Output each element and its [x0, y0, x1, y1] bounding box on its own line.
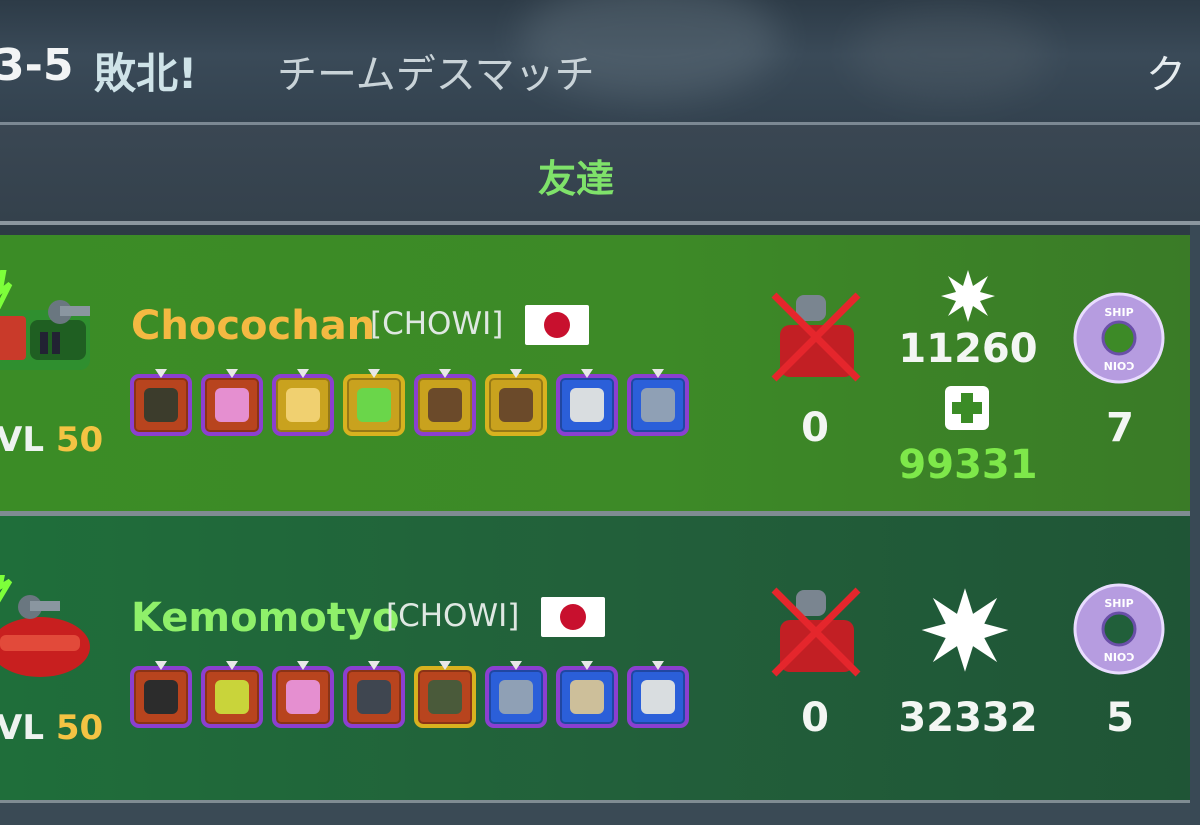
- deaths-count: 0: [801, 695, 829, 741]
- equipment-slot[interactable]: [414, 661, 476, 728]
- equipment-slot[interactable]: [414, 369, 476, 436]
- rarity-pin-icon: [368, 369, 380, 378]
- rarity-pin-icon: [155, 661, 167, 670]
- jar-icon: [286, 388, 320, 422]
- ship-coin-icon: SHIP COIN: [1073, 292, 1165, 384]
- plasma-cannon-icon: [428, 388, 462, 422]
- coins-count: 5: [1106, 695, 1134, 741]
- list-right-edge: [1190, 225, 1200, 825]
- match-score: 3-5: [0, 40, 74, 91]
- rarity-pin-icon: [155, 369, 167, 378]
- rarity-pin-icon: [510, 369, 522, 378]
- equipment-slot[interactable]: [130, 369, 192, 436]
- armor-icon: [428, 680, 462, 714]
- rarity-pin-icon: [297, 661, 309, 670]
- equipment-slot[interactable]: [556, 661, 618, 728]
- equipment-slot[interactable]: [272, 661, 334, 728]
- armor-plate-icon: [570, 680, 604, 714]
- list-bottom-band: [0, 803, 1200, 825]
- rarity-pin-icon: [297, 369, 309, 378]
- equipment-list: [130, 661, 689, 728]
- rarity-pin-icon: [581, 661, 593, 670]
- rarity-pin-icon: [652, 661, 664, 670]
- equipment-slot[interactable]: [556, 369, 618, 436]
- deaths-count: 0: [801, 405, 829, 451]
- rocket-launcher-icon: [215, 680, 249, 714]
- tab-friends[interactable]: 友達: [538, 148, 614, 203]
- equipment-slot[interactable]: [272, 369, 334, 436]
- japan-flag-icon: [525, 305, 589, 345]
- svg-text:COIN: COIN: [1104, 650, 1135, 663]
- equipment-slot[interactable]: [343, 661, 405, 728]
- rarity-pin-icon: [439, 369, 451, 378]
- turret-icon: [641, 680, 675, 714]
- death-robot-crossed-icon: [771, 292, 861, 382]
- player-name[interactable]: Chocochan: [131, 303, 375, 349]
- match-result: 敗北!: [94, 49, 198, 98]
- rarity-pin-icon: [581, 369, 593, 378]
- svg-text:SHIP: SHIP: [1104, 597, 1133, 610]
- clan-tag: [CHOWI]: [386, 598, 520, 634]
- svg-text:SHIP: SHIP: [1104, 306, 1133, 319]
- equipment-slot[interactable]: [343, 369, 405, 436]
- list-top-band: [0, 225, 1200, 235]
- player-row[interactable]: [0, 516, 1190, 803]
- green-launcher-icon: [357, 388, 391, 422]
- equipment-slot[interactable]: [130, 661, 192, 728]
- player-name[interactable]: Kemomotyo: [131, 595, 399, 641]
- healing-value: 99331: [898, 442, 1038, 488]
- gatling-icon: [357, 680, 391, 714]
- player-level: VL 50: [0, 708, 104, 748]
- rarity-pin-icon: [510, 661, 522, 670]
- energy-gun-icon: [215, 388, 249, 422]
- equipment-list: [130, 369, 689, 436]
- cannon-icon: [144, 680, 178, 714]
- match-header: 3-5 敗北! チームデスマッチ ク: [0, 0, 1200, 122]
- damage-value: 11260: [898, 326, 1038, 372]
- rarity-pin-icon: [226, 369, 238, 378]
- death-robot-crossed-icon: [771, 587, 861, 677]
- shield-icon: [641, 388, 675, 422]
- svg-text:COIN: COIN: [1104, 359, 1135, 372]
- ship-coin-icon: SHIP COIN: [1073, 583, 1165, 675]
- equipment-slot[interactable]: [201, 369, 263, 436]
- rarity-pin-icon: [439, 661, 451, 670]
- equipment-slot[interactable]: [485, 661, 547, 728]
- clan-tag: [CHOWI]: [370, 306, 504, 342]
- robot-avatar-icon: [0, 270, 90, 370]
- equipment-slot[interactable]: [201, 661, 263, 728]
- player-level: VL 50: [0, 420, 104, 460]
- coins-count: 7: [1106, 405, 1134, 451]
- rarity-pin-icon: [368, 661, 380, 670]
- turret-icon: [570, 388, 604, 422]
- shield-icon: [499, 680, 533, 714]
- plasma-cannon-icon: [499, 388, 533, 422]
- healing-cross-icon: [945, 386, 989, 430]
- rarity-pin-icon: [226, 661, 238, 670]
- game-mode: チームデスマッチ: [277, 52, 595, 98]
- energy-gun-icon: [286, 680, 320, 714]
- equipment-slot[interactable]: [485, 369, 547, 436]
- robot-avatar-icon: [0, 575, 90, 677]
- equipment-slot[interactable]: [627, 369, 689, 436]
- damage-value: 32332: [898, 695, 1038, 741]
- damage-explosion-icon: [921, 588, 1009, 672]
- damage-explosion-icon: [941, 270, 995, 322]
- japan-flag-icon: [541, 597, 605, 637]
- mine-icon: [144, 388, 178, 422]
- equipment-slot[interactable]: [627, 661, 689, 728]
- rarity-pin-icon: [652, 369, 664, 378]
- header-cutoff-text: ク: [1146, 52, 1186, 98]
